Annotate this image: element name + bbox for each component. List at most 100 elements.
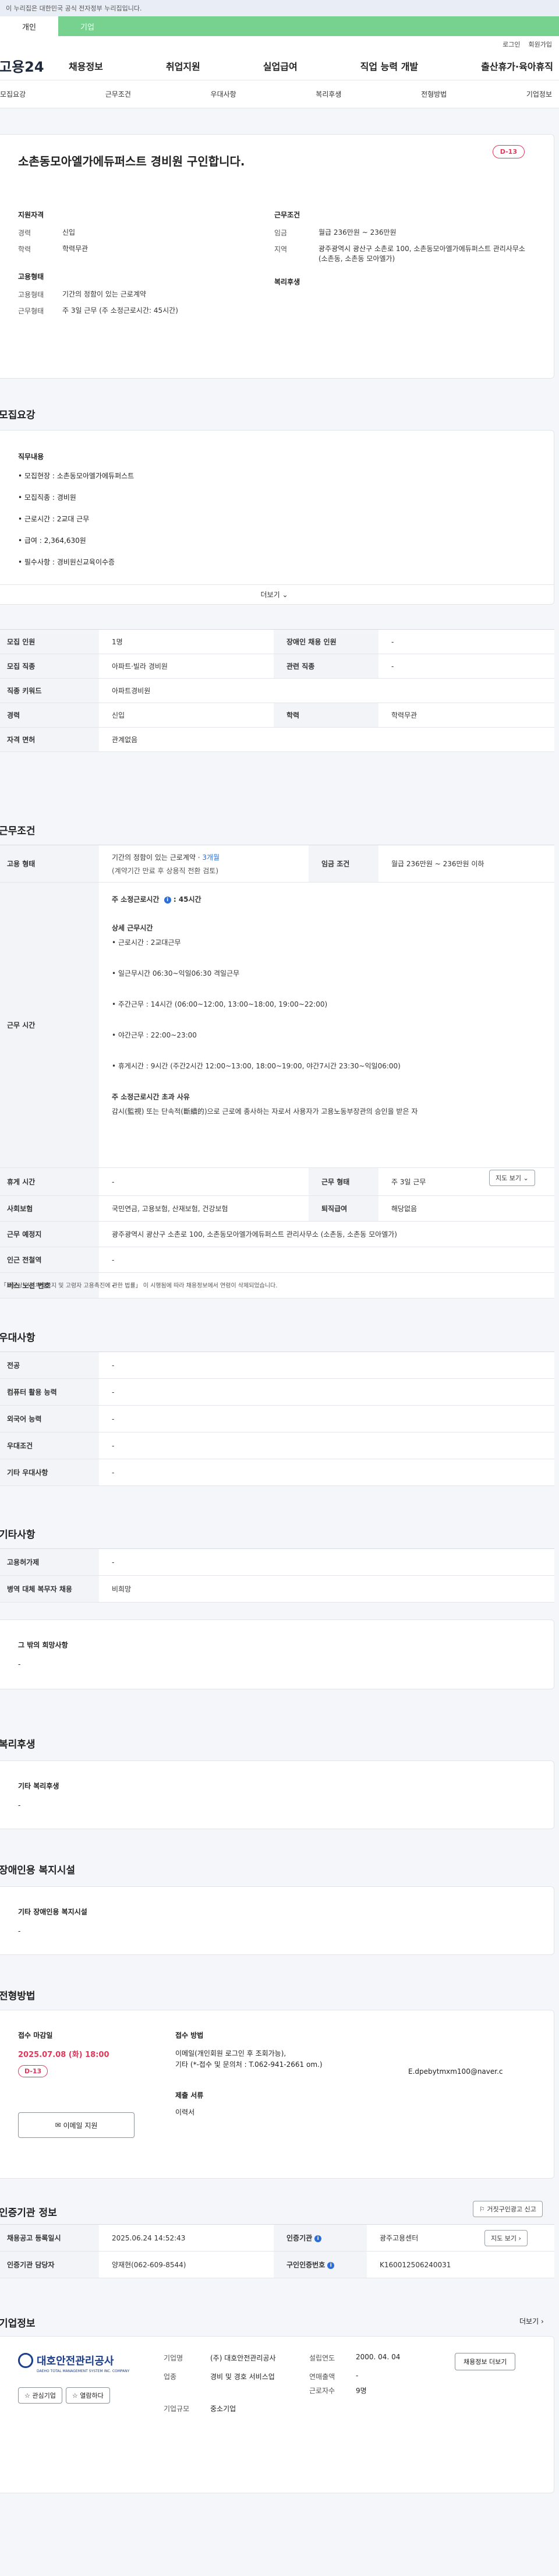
td: 관계없음 [99, 727, 554, 752]
th: 모집 인원 [0, 629, 99, 654]
over-text: 감시(監視) 또는 단속적(斷續的)으로 근로에 종사하는 자로서 사용자가 고… [112, 1107, 418, 1116]
table-row: 외국어 능력 - [0, 1405, 554, 1432]
email-apply-label: 이메일 지원 [63, 2121, 98, 2130]
table-row: 고용 형태 기간의 정함이 있는 근로계약 · 3개월 (계약기간 만료 후 상용… [0, 845, 554, 883]
duty-card: 직무내용 • 모집현장 : 소촌동모아엘가에듀퍼스트 • 모집직종 : 경비원 … [0, 430, 554, 605]
th: 인근 전철역 [0, 1247, 99, 1273]
table-row: 병역 대체 복무자 채용 비희망 [0, 1575, 554, 1603]
td: 해당없음 [378, 1195, 554, 1222]
company-logo-text: 대호안전관리공사 [37, 2355, 114, 2367]
th: 장애인 채용 인원 [274, 629, 378, 654]
tab-pref[interactable]: 우대사항 [211, 89, 236, 99]
td: 기간의 정함이 있는 근로계약 · 3개월 (계약기간 만료 후 상용직 전환 검… [99, 845, 309, 883]
nav-jobs[interactable]: 채용정보 [69, 59, 103, 73]
th: 직종 키워드 [0, 678, 99, 703]
apply-title: 전형방법 [0, 1991, 36, 2002]
td: - [99, 1548, 554, 1576]
th: 인증기관 i [274, 2224, 367, 2252]
emp-period: 3개월 [202, 853, 220, 862]
tab-recruit[interactable]: 모집요강 [0, 89, 26, 99]
detail-line: • 야간근무 : 22:00~23:00 [112, 1031, 197, 1039]
nav-job-training[interactable]: 직업 능력 개발 [360, 59, 418, 73]
tab-apply[interactable]: 전형방법 [421, 89, 447, 99]
report-label: 거짓구인광고 신고 [487, 2206, 536, 2213]
th: 모집 직종 [0, 654, 99, 679]
td: 아파트경비원 [99, 678, 554, 703]
more-button[interactable]: 더보기 ⌄ [0, 584, 554, 604]
disabled-sub: 기타 장애인용 복지시설 [18, 1908, 87, 1916]
td: - [99, 1247, 554, 1273]
company-more-link[interactable]: 더보기 › [519, 2316, 544, 2326]
info-icon[interactable]: i [164, 896, 171, 904]
welfare-head: 복리후생 [274, 277, 300, 286]
welfare-value: - [18, 1801, 21, 1809]
area-value: 광주광역시 광산구 소촌로 100, 소촌동모아엘가에듀퍼스트 관리사무소 (소… [319, 245, 525, 263]
td: - [99, 1351, 554, 1379]
tab-company[interactable]: 기업 [58, 16, 116, 36]
th: 고용 형태 [0, 845, 99, 883]
chevron-right-icon: › [540, 2317, 544, 2326]
signup-link[interactable]: 회원가입 [529, 40, 552, 51]
fav-company-button[interactable]: ☆ 관심기업 [18, 2387, 62, 2404]
nav-employment-support[interactable]: 취업지원 [166, 59, 200, 73]
td: 국민연금, 고용보험, 산재보험, 건강보험 [99, 1195, 309, 1222]
etc-table: 고용허가제 - 병역 대체 복무자 채용 비희망 [0, 1548, 554, 1603]
emp-title: 고용형태 [18, 273, 44, 281]
sales-label: 연매출액 [309, 2373, 335, 2381]
size-label: 기업규모 [164, 2405, 190, 2413]
company-more-label: 더보기 [519, 2317, 539, 2326]
emp-type: 기간의 정함이 있는 근로계약 · [112, 853, 203, 862]
td: K160012506240031 [367, 2251, 554, 2278]
dday-badge: D-13 [492, 145, 525, 158]
work-title: 근무조건 [0, 825, 36, 837]
company-logo-sub: DAEHO TOTAL MANAGEMENT SYSTEM INC. COMPA… [37, 2369, 130, 2373]
map-button[interactable]: 지도 보기 ⌄ [489, 1170, 535, 1186]
td: - [99, 1167, 309, 1196]
td: - [99, 1378, 554, 1406]
welfare-card: 기타 복리후생 - [0, 1760, 554, 1829]
company-jobs-button[interactable]: 채용정보 더보기 [455, 2353, 516, 2370]
report-button[interactable]: ⚐ 거짓구인광고 신고 [473, 2201, 543, 2217]
email-apply-button[interactable]: ✉ 이메일 지원 [18, 2112, 135, 2138]
info-icon[interactable]: i [327, 2261, 335, 2269]
duty-line: • 모집현장 : 소촌동모아엘가에듀퍼스트 [18, 472, 135, 480]
chevron-down-icon: ⌄ [282, 590, 288, 599]
duty-title: 직무내용 [18, 453, 44, 461]
th: 사회보험 [0, 1195, 99, 1222]
disabled-card: 기타 장애인용 복지시설 - [0, 1886, 554, 1955]
tab-welfare[interactable]: 복리후생 [316, 89, 341, 99]
tab-work[interactable]: 근무조건 [105, 89, 131, 99]
welfare-title: 복리후생 [0, 1739, 36, 1751]
tab-personal[interactable]: 개인 [0, 16, 58, 36]
staff-value: 9명 [356, 2387, 367, 2395]
chevron-right-icon: › [518, 2235, 521, 2242]
login-link[interactable]: 로그인 [503, 40, 520, 51]
detail-line: • 주간근무 : 14시간 (06:00~12:00, 13:00~18:00,… [112, 1000, 328, 1008]
method-line1: 이메일(개인회원 로그인 후 조회가능), [175, 2049, 286, 2058]
table-row: 인근 전철역 - [0, 1247, 554, 1273]
company-logo-icon [18, 2353, 33, 2368]
fav-label: 관심기업 [32, 2392, 56, 2399]
nav-unemployment-benefit[interactable]: 실업급여 [263, 59, 298, 73]
disabled-title: 장애인용 복지시설 [0, 1865, 76, 1876]
detail-line: • 일근무시간 06:30~익일06:30 격일근무 [112, 969, 240, 978]
table-row: 근무 예정지 광주광역시 광산구 소촌로 100, 소촌동모아엘가에듀퍼스트 관리… [0, 1221, 554, 1247]
tab-company-info[interactable]: 기업정보 [526, 89, 552, 99]
org-map-label: 지도 보기 [491, 2235, 516, 2242]
follow-button[interactable]: ☆ 열람하다 [65, 2387, 110, 2404]
nav-parental-leave[interactable]: 출산휴가·육아휴직 [481, 59, 553, 73]
td: 양재현(062-609-8544) [99, 2251, 274, 2278]
td: 학력무관 [378, 703, 554, 728]
td: 주 소정근로시간 i : 45시간 상세 근무시간 • 근로시간 : 2교대근무… [99, 882, 554, 1168]
td: - [378, 654, 554, 679]
org-map-button[interactable]: 지도 보기 › [484, 2230, 528, 2246]
info-icon[interactable]: i [314, 2235, 322, 2242]
cert-table: 채용공고 등록일시 2025.06.24 14:52:43 인증기관 i 광주고용… [0, 2224, 554, 2278]
td: - [378, 629, 554, 654]
weekly-value: : 45시간 [173, 895, 201, 904]
site-logo[interactable]: 고용24 [0, 55, 69, 76]
table-row: 우대조건 - [0, 1432, 554, 1459]
table-row: 직종 키워드 아파트경비원 [0, 678, 554, 703]
th: 근무 시간 [0, 882, 99, 1168]
td: 2025.06.24 14:52:43 [99, 2224, 274, 2252]
